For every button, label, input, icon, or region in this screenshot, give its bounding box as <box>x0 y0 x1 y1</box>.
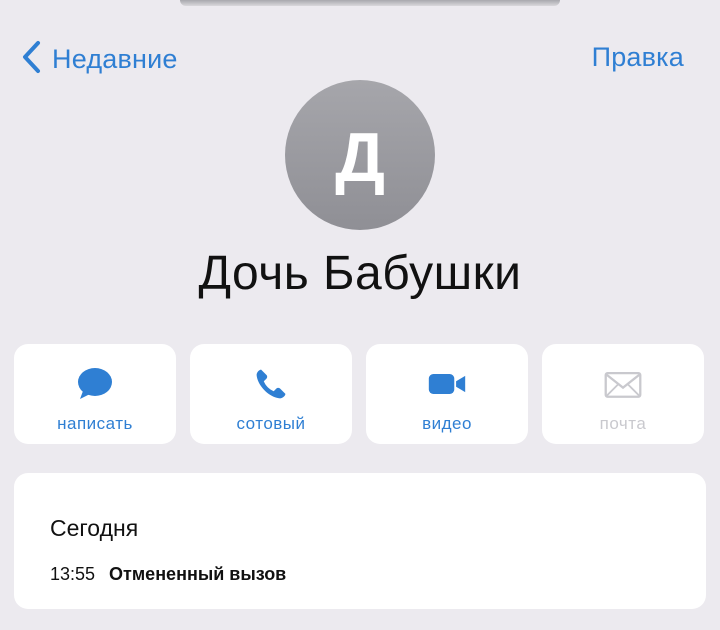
message-button[interactable]: написать <box>14 344 176 444</box>
call-entry[interactable]: 13:55 Отмененный вызов <box>50 564 286 585</box>
call-status: Отмененный вызов <box>109 564 287 584</box>
call-mobile-button[interactable]: сотовый <box>190 344 352 444</box>
message-label: написать <box>57 414 133 433</box>
back-label: Недавние <box>52 44 178 74</box>
contact-name: Дочь Бабушки <box>198 247 522 300</box>
avatar-initial: Д <box>335 118 385 196</box>
recent-calls-card: Сегодня 13:55 Отмененный вызов <box>14 473 706 609</box>
mail-button[interactable]: почта <box>542 344 704 444</box>
call-time: 13:55 <box>50 564 96 584</box>
mail-label: почта <box>599 414 647 433</box>
quick-actions: написать сотовый видео почта <box>14 344 704 444</box>
top-bezel <box>180 0 560 6</box>
video-call-button[interactable]: видео <box>366 344 528 444</box>
chevron-left-icon <box>20 40 42 79</box>
back-button[interactable]: Недавние <box>20 40 178 79</box>
recent-day: Сегодня <box>50 515 139 541</box>
phone-icon <box>251 364 291 404</box>
message-bubble-icon <box>75 364 115 404</box>
edit-button[interactable]: Правка <box>592 42 684 73</box>
mobile-label: сотовый <box>236 414 306 433</box>
navigation-bar: Недавние Правка <box>0 38 720 78</box>
video-label: видео <box>422 414 472 433</box>
envelope-icon <box>603 364 643 404</box>
video-camera-icon <box>427 364 467 404</box>
avatar: Д <box>285 80 435 230</box>
